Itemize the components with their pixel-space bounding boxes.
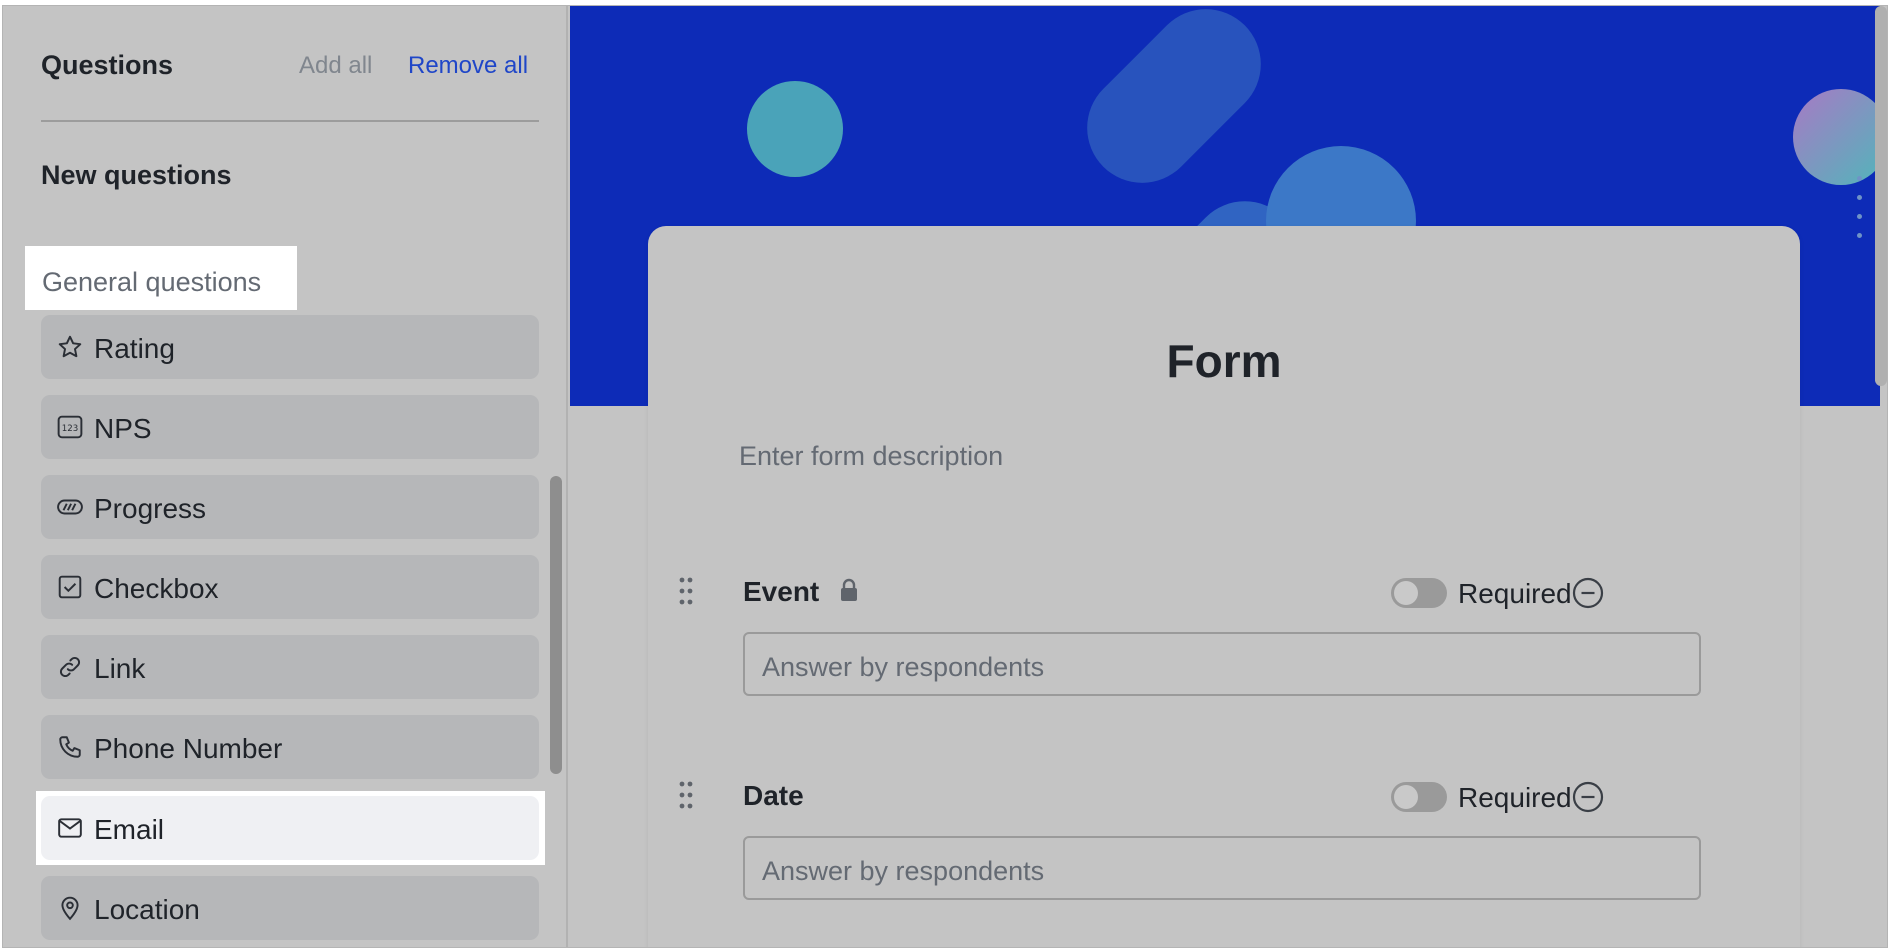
form-description-input[interactable]: Enter form description	[739, 441, 1003, 472]
remove-field-icon[interactable]	[1571, 576, 1605, 610]
sidebar-title: Questions	[41, 50, 174, 80]
lock-icon	[841, 578, 857, 601]
banner-decoration	[1064, 6, 1284, 206]
remove-all-button[interactable]: Remove all	[408, 52, 528, 80]
sidebar-item-label: Phone Number	[94, 733, 283, 764]
field-name[interactable]: Date	[743, 780, 804, 812]
checkbox-icon	[58, 575, 82, 599]
required-toggle[interactable]	[1391, 578, 1447, 608]
star-icon	[58, 335, 82, 358]
sidebar-item-label: Email	[94, 814, 165, 845]
answer-input[interactable]: Answer by respondents	[743, 632, 1701, 696]
drag-handle-icon[interactable]	[678, 576, 694, 606]
questions-sidebar: Questions Add all Remove all New questio…	[3, 6, 568, 947]
form-card: Form Enter form description Event Requir…	[648, 226, 1800, 947]
nps-123-icon: 123	[57, 415, 83, 439]
remove-field-icon[interactable]	[1571, 780, 1605, 814]
sidebar-item-nps[interactable]: 123 NPS	[41, 395, 539, 459]
banner-decoration	[747, 81, 843, 177]
required-label: Required	[1458, 578, 1572, 609]
sidebar-item-label: Location	[94, 894, 200, 925]
sidebar-item-link[interactable]: Link	[41, 635, 539, 699]
drag-handle-icon[interactable]	[678, 780, 694, 810]
sidebar-item-progress[interactable]: Progress	[41, 475, 539, 539]
form-title[interactable]: Form	[648, 334, 1800, 388]
add-all-button[interactable]: Add all	[299, 52, 372, 80]
sidebar-item-location[interactable]: Location	[41, 876, 539, 940]
phone-icon	[59, 736, 81, 758]
sidebar-item-checkbox[interactable]: Checkbox	[41, 555, 539, 619]
sidebar-item-phone-number[interactable]: Phone Number	[41, 715, 539, 779]
sidebar-item-label: NPS	[94, 413, 152, 444]
location-icon	[61, 896, 79, 921]
sidebar-item-label: Rating	[94, 333, 175, 364]
general-questions-heading: General questions	[25, 246, 297, 310]
sidebar-item-email[interactable]: Email	[41, 796, 539, 860]
sidebar-item-label: Link	[94, 653, 146, 684]
banner-decoration	[1793, 89, 1880, 185]
sidebar-item-label: Progress	[94, 493, 207, 524]
sidebar-divider	[41, 120, 539, 122]
sidebar-item-label: Checkbox	[94, 573, 219, 604]
required-toggle[interactable]	[1391, 782, 1447, 812]
email-icon	[58, 818, 82, 838]
new-questions-heading: New questions	[41, 160, 232, 190]
svg-text:123: 123	[62, 424, 79, 434]
link-icon	[59, 656, 81, 678]
app-frame: Questions Add all Remove all New questio…	[2, 5, 1888, 948]
answer-input[interactable]: Answer by respondents	[743, 836, 1701, 900]
banner-dots	[1857, 176, 1863, 252]
required-label: Required	[1458, 782, 1572, 813]
field-name[interactable]: Event	[743, 576, 819, 608]
sidebar-item-rating[interactable]: Rating	[41, 315, 539, 379]
sidebar-scrollbar[interactable]	[550, 476, 562, 774]
progress-icon	[57, 499, 83, 515]
form-editor: Form Enter form description Event Requir…	[570, 6, 1887, 947]
main-scrollbar[interactable]	[1875, 6, 1887, 386]
